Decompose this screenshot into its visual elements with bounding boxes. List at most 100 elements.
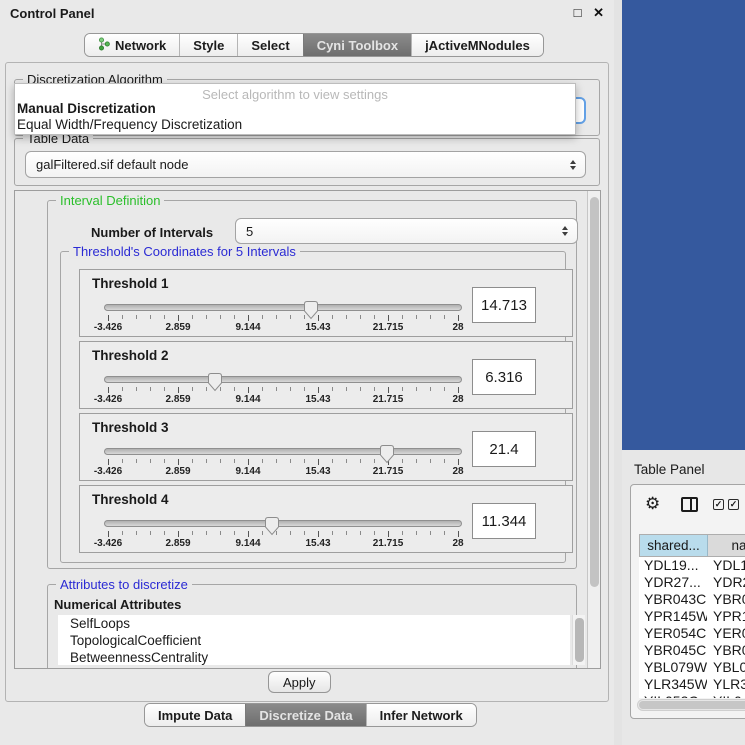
slider-thumb[interactable] bbox=[207, 372, 223, 392]
slider-tick-labels: -3.4262.8599.14415.4321.71528 bbox=[108, 394, 458, 405]
tab-style-label: Style bbox=[193, 38, 224, 53]
number-of-intervals-label: Number of Intervals bbox=[91, 225, 213, 240]
float-window-icon[interactable]: □ bbox=[574, 5, 582, 20]
cell-name[interactable]: YIL0 bbox=[707, 693, 745, 698]
table-panel: ⚙ ✓ ✓ shared... na YDL19...YDL1YDR27...Y… bbox=[630, 484, 745, 719]
table-row[interactable]: YBR043CYBR0 bbox=[639, 591, 745, 608]
algorithm-dropdown-popup: Select algorithm to view settings Manual… bbox=[14, 83, 576, 135]
cell-name[interactable]: YBR0 bbox=[707, 642, 745, 659]
cell-shared-name[interactable]: YBL079W bbox=[639, 659, 707, 676]
cell-name[interactable]: YBL0 bbox=[707, 659, 745, 676]
table-row[interactable]: YLR345WYLR3 bbox=[639, 676, 745, 693]
scrollbar-thumb[interactable] bbox=[590, 197, 599, 587]
table-row[interactable]: YBL079WYBL0 bbox=[639, 659, 745, 676]
attribute-item[interactable]: TopologicalCoefficient bbox=[58, 632, 570, 649]
slider-track bbox=[104, 520, 462, 527]
tab-infer-network[interactable]: Infer Network bbox=[366, 704, 476, 726]
cell-shared-name[interactable]: YIL052C bbox=[639, 693, 707, 698]
algorithm-option-manual[interactable]: Manual Discretization bbox=[15, 101, 575, 117]
tab-cyni-toolbox[interactable]: Cyni Toolbox bbox=[303, 34, 411, 56]
cell-shared-name[interactable]: YBR045C bbox=[639, 642, 707, 659]
scrollbar-thumb[interactable] bbox=[575, 618, 584, 662]
scrollbar-thumb[interactable] bbox=[639, 701, 745, 709]
table-horizontal-scrollbar[interactable] bbox=[637, 699, 745, 711]
table-row[interactable]: YIL052CYIL0 bbox=[639, 693, 745, 698]
table-row[interactable]: YDR27...YDR2 bbox=[639, 574, 745, 591]
cell-name[interactable]: YDL1 bbox=[707, 557, 745, 574]
column-header-shared-name[interactable]: shared... bbox=[640, 535, 708, 556]
slider-tick-labels: -3.4262.8599.14415.4321.71528 bbox=[108, 322, 458, 333]
table-data-group: Table Data galFiltered.sif default node bbox=[14, 138, 600, 186]
cell-shared-name[interactable]: YLR345W bbox=[639, 676, 707, 693]
settings-vertical-scrollbar[interactable] bbox=[587, 191, 600, 668]
slider-thumb[interactable] bbox=[303, 300, 319, 320]
cell-shared-name[interactable]: YDR27... bbox=[639, 574, 707, 591]
checkbox-icon[interactable]: ✓ bbox=[713, 499, 724, 510]
tab-jactivemnodules[interactable]: jActiveMNodules bbox=[411, 34, 543, 56]
tab-select-label: Select bbox=[251, 38, 289, 53]
threshold-2-slider[interactable]: -3.4262.8599.14415.4321.71528 bbox=[104, 372, 462, 406]
table-row[interactable]: YPR145WYPR1 bbox=[639, 608, 745, 625]
slider-ticks bbox=[108, 531, 458, 537]
threshold-3-slider[interactable]: -3.4262.8599.14415.4321.71528 bbox=[104, 444, 462, 478]
table-row[interactable]: YER054CYER0 bbox=[639, 625, 745, 642]
cell-shared-name[interactable]: YDL19... bbox=[639, 557, 707, 574]
threshold-4-label: Threshold 4 bbox=[92, 492, 169, 507]
cell-name[interactable]: YDR2 bbox=[707, 574, 745, 591]
threshold-3-value-field[interactable]: 21.4 bbox=[472, 431, 536, 467]
threshold-1-value-field[interactable]: 14.713 bbox=[472, 287, 536, 323]
gear-icon[interactable]: ⚙ bbox=[645, 494, 660, 514]
attribute-item[interactable]: SelfLoops bbox=[58, 615, 570, 632]
cell-name[interactable]: YBR0 bbox=[707, 591, 745, 608]
bottom-tab-bar: Impute Data Discretize Data Infer Networ… bbox=[144, 703, 477, 727]
threshold-1-slider[interactable]: -3.4262.8599.14415.4321.71528 bbox=[104, 300, 462, 334]
apply-button[interactable]: Apply bbox=[268, 671, 331, 693]
algorithm-option-equal-width[interactable]: Equal Width/Frequency Discretization bbox=[15, 117, 575, 133]
cyni-toolbox-panel: Discretization Algorithm Select algorith… bbox=[5, 62, 609, 702]
cell-shared-name[interactable]: YPR145W bbox=[639, 608, 707, 625]
cell-name[interactable]: YER0 bbox=[707, 625, 745, 642]
attributes-list-scrollbar[interactable] bbox=[572, 615, 585, 665]
check-mark: ✓ bbox=[730, 499, 738, 509]
table-data-combobox[interactable]: galFiltered.sif default node bbox=[25, 151, 586, 178]
threshold-2-panel: Threshold 2 -3.4262.8599.14415.4321.7152… bbox=[79, 341, 573, 409]
threshold-2-value-field[interactable]: 6.316 bbox=[472, 359, 536, 395]
checkbox-icon[interactable]: ✓ bbox=[728, 499, 739, 510]
tab-impute-data[interactable]: Impute Data bbox=[145, 704, 245, 726]
interval-definition-group: Interval Definition Number of Intervals … bbox=[47, 200, 577, 569]
slider-thumb[interactable] bbox=[379, 444, 395, 464]
tab-network[interactable]: Network bbox=[85, 34, 179, 56]
top-tab-bar: Network Style Select Cyni Toolbox jActiv… bbox=[84, 33, 544, 57]
threshold-3-label: Threshold 3 bbox=[92, 420, 169, 435]
table-row[interactable]: YBR045CYBR0 bbox=[639, 642, 745, 659]
slider-ticks bbox=[108, 315, 458, 321]
split-columns-icon[interactable] bbox=[681, 497, 698, 512]
table-data-value: galFiltered.sif default node bbox=[36, 157, 188, 172]
threshold-3-panel: Threshold 3 -3.4262.8599.14415.4321.7152… bbox=[79, 413, 573, 481]
close-icon[interactable]: ✕ bbox=[593, 5, 604, 20]
table-panel-title: Table Panel bbox=[634, 462, 705, 477]
numerical-attributes-list[interactable]: SelfLoopsTopologicalCoefficientBetweenne… bbox=[58, 615, 570, 665]
threshold-4-value-field[interactable]: 11.344 bbox=[472, 503, 536, 539]
column-header-name[interactable]: na bbox=[708, 535, 745, 556]
slider-ticks bbox=[108, 387, 458, 393]
attribute-item[interactable]: BetweennessCentrality bbox=[58, 649, 570, 665]
cell-name[interactable]: YLR3 bbox=[707, 676, 745, 693]
table-rows: YDL19...YDL1YDR27...YDR2YBR043CYBR0YPR14… bbox=[639, 557, 745, 698]
number-of-intervals-combobox[interactable]: 5 bbox=[235, 218, 578, 244]
slider-thumb[interactable] bbox=[264, 516, 280, 536]
slider-ticks bbox=[108, 459, 458, 465]
tab-select[interactable]: Select bbox=[237, 34, 302, 56]
slider-track bbox=[104, 376, 462, 383]
table-row[interactable]: YDL19...YDL1 bbox=[639, 557, 745, 574]
numerical-attributes-label: Numerical Attributes bbox=[54, 597, 181, 612]
tab-discretize-data[interactable]: Discretize Data bbox=[245, 704, 365, 726]
threshold-4-slider[interactable]: -3.4262.8599.14415.4321.71528 bbox=[104, 516, 462, 550]
tab-style[interactable]: Style bbox=[179, 34, 237, 56]
cell-shared-name[interactable]: YER054C bbox=[639, 625, 707, 642]
cell-name[interactable]: YPR1 bbox=[707, 608, 745, 625]
slider-track bbox=[104, 304, 462, 311]
apply-button-label: Apply bbox=[283, 675, 316, 690]
combo-stepper-icon bbox=[562, 226, 568, 236]
cell-shared-name[interactable]: YBR043C bbox=[639, 591, 707, 608]
